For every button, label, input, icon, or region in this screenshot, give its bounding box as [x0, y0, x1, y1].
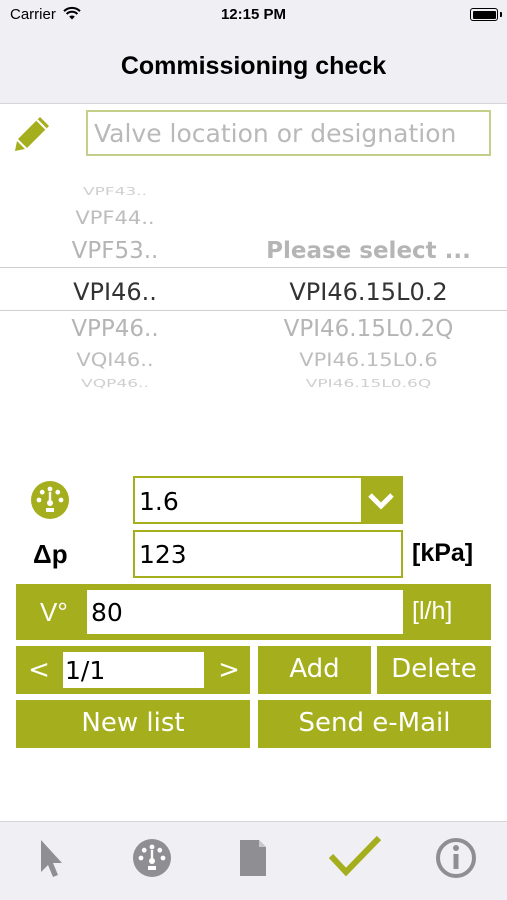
navigation-bar: Commissioning check — [0, 28, 507, 104]
document-icon — [240, 840, 267, 876]
gauge-icon — [31, 481, 69, 519]
tab-gauge[interactable] — [101, 822, 202, 900]
picker-row-3-right[interactable]: VPI46.15L0.2 — [230, 278, 507, 306]
tab-document[interactable] — [203, 822, 304, 900]
picker-row-2-right[interactable]: Please select ... — [230, 238, 507, 264]
picker-row-6-right[interactable]: VPI46.15L0.6Q — [230, 378, 507, 390]
send-email-button[interactable]: Send e-Mail — [258, 700, 491, 748]
kvs-dropdown[interactable]: 1.6 — [133, 476, 403, 524]
delete-button[interactable]: Delete — [377, 646, 491, 694]
delta-p-input[interactable] — [133, 530, 403, 578]
valve-type-picker[interactable]: VPF43.. VPF44.. VPF53.. VPI46.. VPP46.. … — [0, 176, 507, 396]
picker-row-4-left[interactable]: VPP46.. — [0, 316, 230, 342]
list-pager: < > — [16, 646, 250, 694]
delta-p-label: Δp — [33, 539, 68, 569]
flow-input[interactable] — [87, 590, 403, 634]
add-button[interactable]: Add — [258, 646, 371, 694]
next-page-button[interactable]: > — [214, 652, 244, 688]
check-icon — [328, 835, 382, 877]
flow-unit: [l/h] — [412, 597, 453, 625]
dropdown-button[interactable] — [361, 478, 401, 522]
battery-icon — [470, 8, 502, 21]
page-number-input[interactable] — [63, 652, 204, 688]
gauge-icon — [133, 839, 172, 877]
picker-row-5-right[interactable]: VPI46.15L0.6 — [230, 349, 507, 370]
tab-bar — [0, 821, 507, 900]
previous-page-button[interactable]: < — [24, 652, 54, 688]
chevron-down-icon — [368, 493, 394, 510]
picker-row-0-left[interactable]: VPF43.. — [0, 186, 230, 198]
picker-row-3-left[interactable]: VPI46.. — [0, 278, 230, 306]
new-list-button[interactable]: New list — [16, 700, 250, 748]
pencil-icon[interactable] — [14, 114, 52, 152]
tab-pointer[interactable] — [0, 822, 101, 900]
picker-row-2-left[interactable]: VPF53.. — [0, 238, 230, 264]
picker-selection-top-line — [0, 267, 507, 268]
flow-row: V° [l/h] — [16, 584, 491, 640]
delta-p-unit: [kPa] — [412, 539, 474, 567]
picker-selection-bottom-line — [0, 310, 507, 311]
flow-label: V° — [40, 597, 68, 627]
clock: 12:15 PM — [220, 6, 287, 23]
tab-info[interactable] — [406, 822, 507, 900]
valve-location-input[interactable] — [86, 110, 491, 156]
info-icon — [436, 838, 477, 878]
pointer-icon — [40, 840, 62, 877]
tab-check[interactable] — [304, 822, 405, 900]
kvs-dropdown-value: 1.6 — [139, 487, 179, 516]
status-bar: Carrier 12:15 PM — [0, 0, 507, 28]
picker-row-5-left[interactable]: VQI46.. — [0, 349, 230, 370]
picker-row-1-left[interactable]: VPF44.. — [0, 207, 230, 228]
page-title: Commissioning check — [120, 52, 387, 80]
picker-row-4-right[interactable]: VPI46.15L0.2Q — [230, 316, 507, 342]
picker-row-6-left[interactable]: VQP46.. — [0, 378, 230, 390]
